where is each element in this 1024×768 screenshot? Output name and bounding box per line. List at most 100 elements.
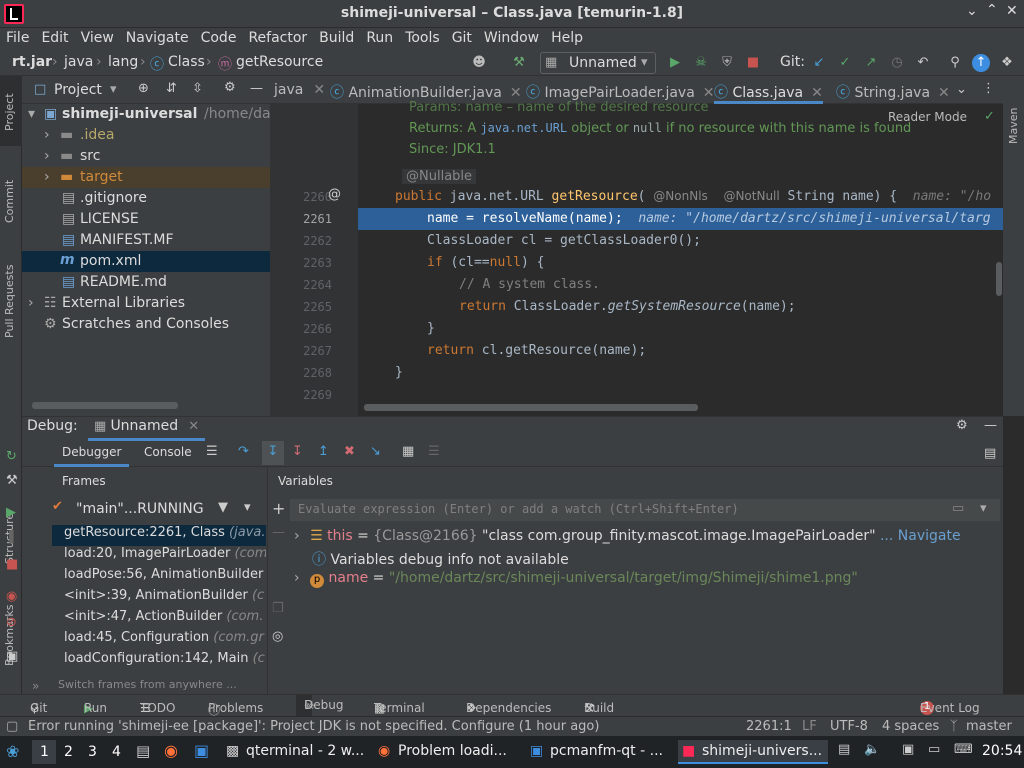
gear-icon[interactable]: ⚙ — [224, 80, 236, 95]
breadcrumb-jar[interactable]: rt.jar — [12, 54, 52, 70]
menu-file[interactable]: File — [0, 28, 35, 46]
coverage-icon[interactable]: ⛨ — [718, 54, 736, 72]
frame-row[interactable]: loadConfiguration:142, Main (c — [52, 651, 266, 672]
commit-tool-button[interactable]: Commit — [3, 180, 16, 223]
chevron-down-icon[interactable]: ⌄ — [956, 82, 967, 97]
menu-view[interactable]: View — [75, 28, 120, 46]
chevron-down-icon[interactable]: ▾ — [110, 82, 117, 97]
tab-console[interactable]: Console — [136, 441, 200, 467]
add-user-icon[interactable]: ☻ — [470, 54, 488, 72]
task-firefox[interactable]: ◉ Problem loadi... — [374, 740, 524, 764]
collapse-all-icon[interactable]: ⇳ — [192, 81, 203, 96]
close-icon[interactable]: ✕ — [938, 85, 950, 101]
layout-icon[interactable]: ☰ — [206, 444, 218, 459]
rerun-icon[interactable]: ↻ — [6, 449, 17, 464]
horizontal-scrollbar[interactable] — [364, 404, 698, 411]
task-pcmanfm[interactable]: ▣ pcmanfm-qt - ... — [526, 740, 676, 764]
horizontal-scrollbar[interactable] — [32, 402, 178, 409]
menu-help[interactable]: Help — [545, 28, 589, 46]
show-icon[interactable]: ◎ — [272, 629, 283, 644]
breadcrumb-lang[interactable]: lang — [108, 54, 138, 70]
add-watch-icon[interactable]: + — [272, 499, 285, 518]
breadcrumb-java[interactable]: java — [64, 54, 93, 70]
status-toggle-icon[interactable]: ▢ — [6, 719, 18, 734]
navigate-link[interactable]: ... Navigate — [880, 528, 961, 544]
keyboard-icon[interactable]: ⌨ — [954, 742, 973, 757]
tree-item-pom[interactable]: m pom.xml — [22, 251, 270, 272]
annotation-gutter-icon[interactable]: @ — [328, 187, 341, 202]
hide-icon[interactable]: — — [250, 81, 263, 96]
vertical-scrollbar[interactable] — [996, 262, 1002, 296]
run-config-dropdown[interactable]: ▦ Unnamed ▾ — [540, 52, 656, 74]
variable-this[interactable]: › ☰ this = {Class@2166} "class com.group… — [294, 528, 961, 544]
wrench-icon[interactable]: ⚒ — [6, 473, 18, 488]
files-icon[interactable]: ▤ — [136, 742, 150, 760]
tree-item-idea[interactable]: › ▬ .idea — [22, 125, 270, 146]
maven-tool-button[interactable]: Maven — [1007, 108, 1020, 144]
tree-root[interactable]: ▾ ▣ shimeji-universal /home/dartz — [22, 104, 289, 125]
close-icon[interactable]: ✕ — [313, 82, 325, 98]
reader-mode-toggle[interactable]: Reader Mode — [888, 110, 967, 124]
menu-navigate[interactable]: Navigate — [120, 28, 195, 46]
menu-refactor[interactable]: Refactor — [242, 28, 313, 46]
breadcrumb-class[interactable]: Class — [168, 54, 205, 70]
workspace-1[interactable]: 1 — [40, 744, 49, 760]
expand-field-icon[interactable]: ▭ — [952, 501, 964, 516]
project-tool-button[interactable]: Project — [3, 93, 16, 131]
workspace-4[interactable]: 4 — [112, 744, 121, 760]
tree-item-readme[interactable]: ▤ README.md — [22, 272, 270, 293]
project-view-selector[interactable]: Project — [54, 82, 102, 98]
variable-name[interactable]: › p name = "/home/dartz/src/shimeji-univ… — [294, 570, 858, 588]
expand-icon[interactable]: » — [32, 679, 39, 693]
pull-requests-tool-button[interactable]: Pull Requests — [3, 265, 16, 338]
indent-setting[interactable]: 4 spaces — [882, 719, 939, 734]
git-push-icon[interactable]: ↗ — [862, 54, 880, 72]
evaluate-expression-input[interactable]: Evaluate expression (Enter) or add a wat… — [290, 499, 1000, 521]
git-commit-icon[interactable]: ✓ — [836, 54, 854, 72]
frame-row[interactable]: load:45, Configuration (com.gr — [52, 630, 266, 651]
pause-icon[interactable]: ❚ — [6, 529, 17, 544]
frame-row[interactable]: getResource:2261, Class (java.l — [52, 525, 266, 546]
build-hammer-icon[interactable]: ⚒ — [510, 54, 528, 72]
run-to-cursor-icon[interactable]: ↘ — [370, 444, 381, 459]
ide-logo-icon[interactable]: ❖ — [998, 54, 1016, 72]
step-out-icon[interactable]: ↥ — [318, 444, 329, 459]
more-icon[interactable]: ⋮ — [982, 81, 995, 96]
close-icon[interactable]: ✕ — [1006, 3, 1018, 19]
expand-all-icon[interactable]: ⇵ — [166, 81, 177, 96]
mute-breakpoints-icon[interactable]: ⊘ — [6, 615, 17, 630]
tree-item-external-libraries[interactable]: › ☷ External Libraries — [22, 293, 270, 314]
tab-java[interactable]: java ✕ — [274, 76, 325, 104]
tray-icon[interactable]: ▤ — [838, 742, 850, 757]
menu-code[interactable]: Code — [195, 28, 243, 46]
close-icon[interactable]: ✕ — [811, 85, 823, 101]
evaluate-icon[interactable]: ▦ — [402, 444, 414, 459]
debug-bug-icon[interactable]: ☠ — [692, 54, 710, 72]
run-icon[interactable]: ▶ — [666, 54, 684, 72]
tab-debugger[interactable]: Debugger — [54, 441, 130, 467]
debug-session-tab[interactable]: ▦ Unnamed ✕ — [88, 417, 206, 441]
close-icon[interactable]: ✕ — [510, 85, 522, 101]
tool-tab-debug[interactable]: ☠ Debug — [296, 695, 343, 717]
thread-selector[interactable]: ✔ "main"...RUNNING ▼ ▾ — [50, 499, 264, 521]
minimize-icon[interactable]: ⌄ — [966, 3, 978, 19]
menu-run[interactable]: Run — [360, 28, 399, 46]
tree-item-manifest[interactable]: ▤ MANIFEST.MF — [22, 230, 270, 251]
stop-icon[interactable]: ■ — [744, 54, 762, 72]
step-into-icon[interactable]: ↧ — [262, 441, 284, 465]
display-icon[interactable]: ▭ — [928, 742, 940, 757]
menu-tools[interactable]: Tools — [399, 28, 446, 46]
chevron-down-icon[interactable]: ▾ — [980, 501, 987, 516]
update-icon[interactable]: ↑ — [972, 54, 990, 72]
resume-icon[interactable]: ▶ — [6, 505, 16, 520]
menu-window[interactable]: Window — [478, 28, 545, 46]
start-menu-icon[interactable]: ❀ — [6, 742, 19, 761]
gear-icon[interactable]: ⚙ — [956, 418, 968, 433]
chevron-down-icon[interactable]: ▾ — [244, 500, 251, 515]
task-qterminal[interactable]: ▩ qterminal - 2 w... — [222, 740, 372, 764]
locate-icon[interactable]: ⊕ — [138, 81, 149, 96]
view-breakpoints-icon[interactable]: ◉ — [6, 589, 17, 604]
search-icon[interactable]: ⚲ — [946, 54, 964, 72]
hide-icon[interactable]: — — [984, 418, 997, 433]
menu-git[interactable]: Git — [446, 28, 478, 46]
